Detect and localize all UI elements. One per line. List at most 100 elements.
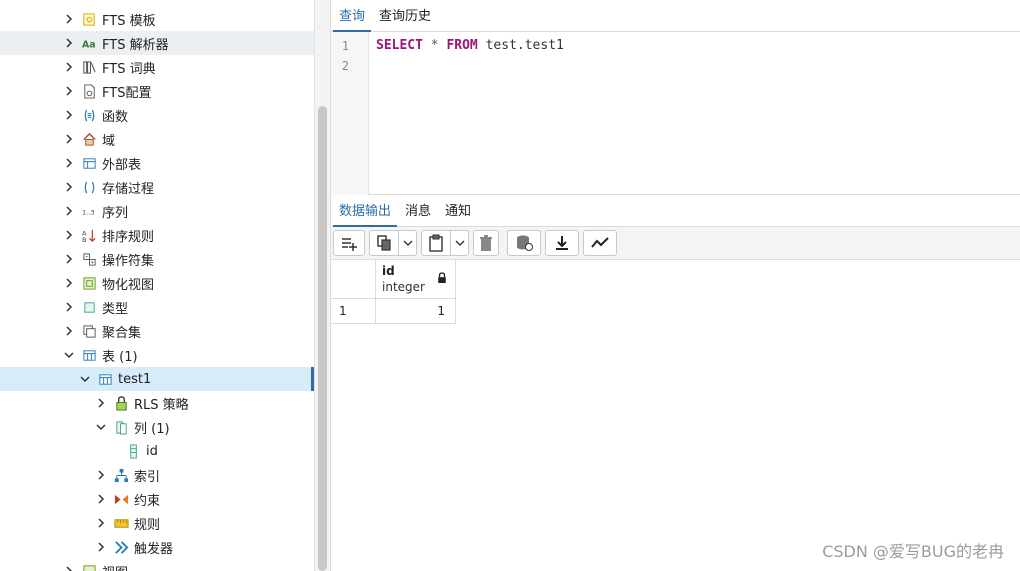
graph-visualiser-button[interactable] bbox=[583, 230, 617, 256]
tree-row-sequences[interactable]: 1..3 序列 bbox=[0, 199, 314, 223]
chevron-right-icon[interactable] bbox=[62, 84, 76, 98]
fts-dictionary-icon bbox=[80, 58, 98, 76]
tree-item-label: RLS 策略 bbox=[134, 397, 189, 413]
sql-code-line[interactable]: SELECT * FROM test.test1 bbox=[376, 38, 564, 53]
editor-gutter: 1 2 bbox=[331, 32, 369, 195]
tab-query-history[interactable]: 查询历史 bbox=[373, 5, 437, 31]
copy-button[interactable] bbox=[369, 230, 399, 256]
tree-row-operators[interactable]: 操作符集 bbox=[0, 247, 314, 271]
sql-table-reference: test.test1 bbox=[477, 38, 564, 53]
tree-row-indexes[interactable]: 索引 bbox=[0, 463, 314, 487]
query-tabbar: 查询 查询历史 bbox=[331, 0, 1020, 32]
chevron-right-icon[interactable] bbox=[62, 300, 76, 314]
sql-operator: * bbox=[422, 38, 447, 53]
chevron-right-icon[interactable] bbox=[62, 156, 76, 170]
chevron-down-icon[interactable] bbox=[62, 348, 76, 362]
tab-data-output[interactable]: 数据输出 bbox=[333, 200, 398, 227]
column-header-type: integer bbox=[382, 280, 425, 294]
grid-corner-cell[interactable] bbox=[331, 260, 376, 299]
delete-row-button[interactable] bbox=[473, 230, 499, 256]
add-row-button[interactable] bbox=[333, 230, 365, 256]
grid-row-number[interactable]: 1 bbox=[331, 299, 376, 324]
chevron-down-icon[interactable] bbox=[94, 420, 108, 434]
tree-row-triggers[interactable]: 触发器 bbox=[0, 535, 314, 559]
chevron-right-icon[interactable] bbox=[62, 108, 76, 122]
tree-row-views[interactable]: 视图 bbox=[0, 559, 314, 571]
tree-row-aggregates[interactable]: 聚合集 bbox=[0, 319, 314, 343]
tree-item-label: 视图 bbox=[102, 562, 128, 571]
chevron-down-icon[interactable] bbox=[78, 372, 92, 386]
tree-row-foreign-tables[interactable]: 外部表 bbox=[0, 151, 314, 175]
copy-icon bbox=[377, 235, 391, 251]
chevron-down-icon bbox=[403, 240, 412, 246]
tree-scrollbar-thumb[interactable] bbox=[318, 106, 327, 571]
tree-row-rls-policies[interactable]: RLS 策略 bbox=[0, 391, 314, 415]
procedure-icon bbox=[80, 178, 98, 196]
chevron-right-icon[interactable] bbox=[62, 324, 76, 338]
tree-row-types[interactable]: 类型 bbox=[0, 295, 314, 319]
chevron-right-icon[interactable] bbox=[94, 468, 108, 482]
chevron-right-icon[interactable] bbox=[94, 540, 108, 554]
chevron-right-icon[interactable] bbox=[62, 132, 76, 146]
tree-row-constraints[interactable]: 约束 bbox=[0, 487, 314, 511]
chevron-right-icon[interactable] bbox=[62, 252, 76, 266]
chevron-right-icon[interactable] bbox=[62, 228, 76, 242]
tree-row-functions[interactable]: 函数 bbox=[0, 103, 314, 127]
grid-data-cell[interactable]: 1 bbox=[376, 299, 456, 324]
tree-row-fts-parser[interactable]: Aa FTS 解析器 bbox=[0, 31, 314, 55]
tree-item-label: 排序规则 bbox=[102, 229, 155, 245]
tab-messages[interactable]: 消息 bbox=[399, 200, 437, 226]
sql-editor[interactable]: 1 2 SELECT * FROM test.test1 bbox=[331, 32, 1020, 195]
chevron-right-icon[interactable] bbox=[62, 12, 76, 26]
paste-options-dropdown[interactable] bbox=[451, 230, 469, 256]
tree-item-label: 物化视图 bbox=[102, 277, 155, 293]
chevron-right-icon[interactable] bbox=[62, 180, 76, 194]
tree-item-label: 外部表 bbox=[102, 157, 142, 173]
tree-row-fts-template[interactable]: FTS 模板 bbox=[0, 7, 314, 31]
tree-scrollbar[interactable] bbox=[314, 0, 330, 571]
chevron-right-icon[interactable] bbox=[94, 492, 108, 506]
tree-item-label: 函数 bbox=[102, 109, 129, 125]
tree-item-label: FTS 词典 bbox=[102, 61, 156, 77]
chevron-right-icon[interactable] bbox=[62, 204, 76, 218]
tree-row-fts-dictionary[interactable]: FTS 词典 bbox=[0, 55, 314, 79]
chevron-right-icon[interactable] bbox=[62, 276, 76, 290]
sql-keyword: SELECT bbox=[376, 38, 423, 53]
column-header-name: id bbox=[382, 264, 395, 278]
tab-query[interactable]: 查询 bbox=[333, 5, 372, 32]
graph-icon bbox=[591, 237, 609, 248]
chevron-right-icon[interactable] bbox=[62, 564, 76, 571]
svg-text:B: B bbox=[82, 236, 87, 243]
tree-row-table-test1[interactable]: test1 bbox=[0, 367, 314, 391]
chevron-right-icon[interactable] bbox=[62, 60, 76, 74]
function-icon bbox=[80, 106, 98, 124]
chevron-right-icon[interactable] bbox=[94, 396, 108, 410]
tree-row-columns[interactable]: 列 (1) bbox=[0, 415, 314, 439]
tree-row-rules[interactable]: 规则 bbox=[0, 511, 314, 535]
tree-row-domains[interactable]: 域 bbox=[0, 127, 314, 151]
line-number: 1 bbox=[341, 39, 349, 53]
tree-row-procedures[interactable]: 存储过程 bbox=[0, 175, 314, 199]
tree-item-label: 约束 bbox=[134, 493, 161, 509]
cell-value: 1 bbox=[437, 304, 445, 318]
paste-button[interactable] bbox=[421, 230, 451, 256]
download-button[interactable] bbox=[545, 230, 579, 256]
save-data-button[interactable] bbox=[507, 230, 541, 256]
tree-row-tables[interactable]: 表 (1) bbox=[0, 343, 314, 367]
grid-column-header[interactable]: id integer bbox=[376, 260, 456, 299]
tree-row-column-id[interactable]: id bbox=[0, 439, 314, 463]
tree-row-collations[interactable]: AB 排序规则 bbox=[0, 223, 314, 247]
result-toolbar bbox=[331, 227, 1020, 260]
constraint-icon bbox=[112, 490, 130, 508]
copy-options-dropdown[interactable] bbox=[399, 230, 417, 256]
tab-notifications[interactable]: 通知 bbox=[439, 200, 477, 226]
tree-item-label: 列 (1) bbox=[134, 421, 170, 437]
chevron-right-icon[interactable] bbox=[62, 36, 76, 50]
copy-button-group bbox=[369, 230, 417, 256]
tree-row-fts-config[interactable]: FTS配置 bbox=[0, 79, 314, 103]
save-data-icon bbox=[517, 235, 533, 251]
fts-template-icon bbox=[80, 10, 98, 28]
sql-keyword: FROM bbox=[446, 38, 478, 53]
chevron-right-icon[interactable] bbox=[94, 516, 108, 530]
tree-row-materialized-views[interactable]: 物化视图 bbox=[0, 271, 314, 295]
